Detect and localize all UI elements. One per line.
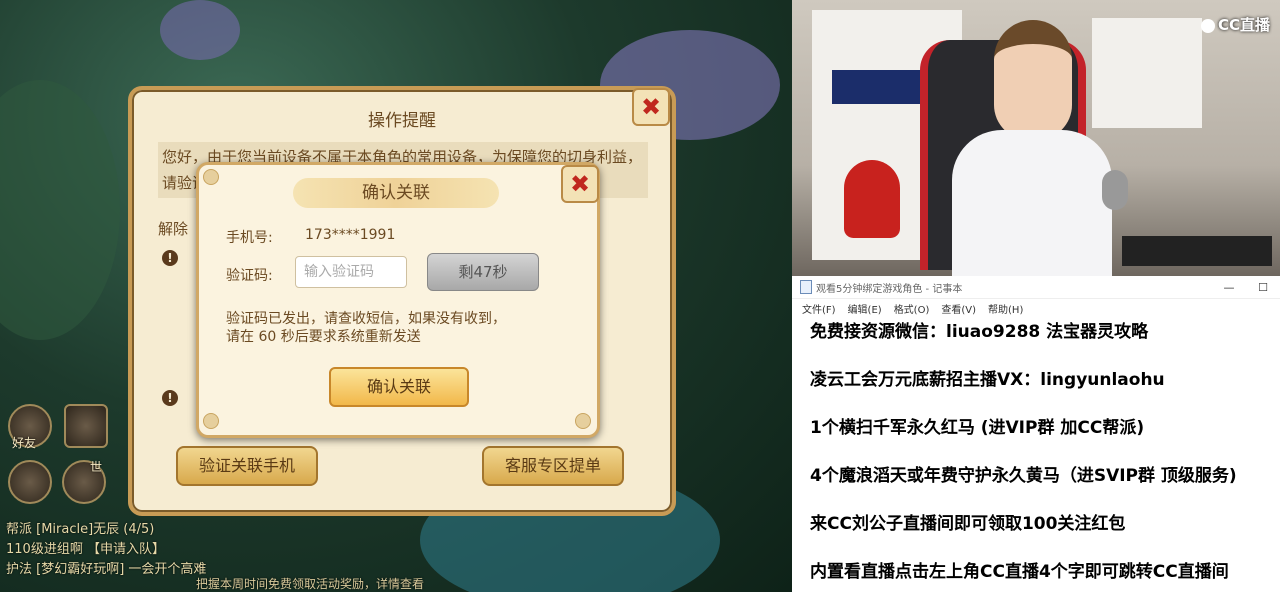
streamer-body bbox=[952, 130, 1112, 276]
dialog-title: 操作提醒 bbox=[368, 111, 436, 131]
notepad-menubar: 文件(F) 编辑(E) 格式(O) 查看(V) 帮助(H) bbox=[792, 299, 1280, 317]
notepad-icon bbox=[800, 280, 812, 294]
dialog-title: 确认关联 bbox=[293, 178, 499, 208]
game-viewport: 好友 世 帮派 [Miracle]无辰 (4/5) 110级进组啊 【申请入队】… bbox=[0, 0, 792, 592]
customer-service-button[interactable]: 客服专区提单 bbox=[482, 446, 624, 486]
menu-edit[interactable]: 编辑(E) bbox=[842, 299, 888, 317]
avatar[interactable] bbox=[64, 404, 108, 448]
chat-bubble-icon[interactable] bbox=[8, 460, 52, 504]
notepad-line: 1个横扫千军永久红马 (进VIP群 加CC帮派) bbox=[810, 418, 1145, 438]
streamer-head bbox=[994, 20, 1072, 140]
notepad-title: 观看5分钟绑定游戏角色 - 记事本 bbox=[816, 283, 963, 295]
cc-logo-text: CC直播 bbox=[1217, 16, 1270, 34]
resend-countdown-button[interactable]: 剩47秒 bbox=[427, 253, 539, 291]
drinks-row bbox=[832, 70, 928, 104]
streamer-webcam: CC直播 bbox=[792, 0, 1280, 276]
confirm-association-button[interactable]: 确认关联 bbox=[329, 367, 469, 407]
notepad-line: 免费接资源微信：liuao9288 法宝器灵攻略 bbox=[810, 322, 1149, 342]
scenery-character bbox=[160, 0, 240, 60]
keyboard bbox=[1122, 236, 1272, 266]
confirm-association-dialog: 确认关联 ✖ 手机号: 173****1991 验证码: 剩47秒 验证码已发出… bbox=[196, 162, 600, 438]
menu-view[interactable]: 查看(V) bbox=[935, 299, 982, 317]
maximize-button[interactable]: ☐ bbox=[1246, 281, 1280, 294]
cc-live-logo[interactable]: CC直播 bbox=[1200, 14, 1270, 35]
warning-icon: ! bbox=[162, 250, 178, 266]
bottom-hint: 把握本周时间免费领取活动奖励，详情查看 bbox=[196, 577, 425, 591]
world-channel-label: 世 bbox=[90, 460, 103, 474]
close-button[interactable]: ✖ bbox=[632, 88, 670, 126]
unbind-label: 解除 bbox=[158, 220, 189, 238]
notepad-line: 凌云工会万元底薪招主播VX：lingyunlaohu bbox=[810, 370, 1165, 390]
sms-notice-line: 请在 60 秒后要求系统重新发送 bbox=[226, 329, 421, 345]
notepad-line: 内置看直播点击左上角CC直播4个字即可跳转CC直播间 bbox=[810, 562, 1229, 582]
chat-line: 护法 [梦幻霸好玩啊] 一会开个高难 bbox=[6, 562, 207, 577]
shelf bbox=[1092, 18, 1202, 128]
chat-line: 110级进组啊 【申请入队】 bbox=[6, 542, 165, 557]
corner-ornament bbox=[203, 413, 219, 429]
phone-label: 手机号: bbox=[226, 230, 273, 246]
friends-label: 好友 bbox=[12, 436, 37, 450]
notepad-window: 观看5分钟绑定游戏角色 - 记事本 — ☐ 文件(F) 编辑(E) 格式(O) … bbox=[792, 276, 1280, 592]
menu-file[interactable]: 文件(F) bbox=[796, 299, 842, 317]
menu-help[interactable]: 帮助(H) bbox=[982, 299, 1029, 317]
streamer bbox=[952, 10, 1112, 276]
phone-number: 173****1991 bbox=[305, 227, 396, 243]
notepad-line: 4个魔浪滔天或年费守护永久黄马（进SVIP群 顶级服务) bbox=[810, 466, 1237, 486]
scenery-grass bbox=[0, 80, 120, 340]
microphone-icon bbox=[1102, 170, 1128, 210]
sms-notice-line: 验证码已发出，请查收短信，如果没有收到， bbox=[226, 311, 506, 327]
corner-ornament bbox=[575, 413, 591, 429]
minimize-button[interactable]: — bbox=[1212, 281, 1246, 294]
notepad-line: 来CC刘公子直播间即可领取100关注红包 bbox=[810, 514, 1126, 534]
chat-line: 帮派 [Miracle]无辰 (4/5) bbox=[6, 522, 155, 537]
warning-icon: ! bbox=[162, 390, 178, 406]
verify-phone-button[interactable]: 验证关联手机 bbox=[176, 446, 318, 486]
close-button[interactable]: ✖ bbox=[561, 165, 599, 203]
notepad-titlebar: 观看5分钟绑定游戏角色 - 记事本 — ☐ bbox=[792, 276, 1280, 299]
sms-notice: 验证码已发出，请查收短信，如果没有收到， 请在 60 秒后要求系统重新发送 bbox=[226, 310, 576, 346]
corner-ornament bbox=[203, 169, 219, 185]
figurine-red bbox=[844, 160, 900, 238]
verification-code-input[interactable] bbox=[295, 256, 407, 288]
menu-format[interactable]: 格式(O) bbox=[888, 299, 936, 317]
cc-logo-icon bbox=[1200, 18, 1215, 33]
code-label: 验证码: bbox=[226, 268, 273, 284]
